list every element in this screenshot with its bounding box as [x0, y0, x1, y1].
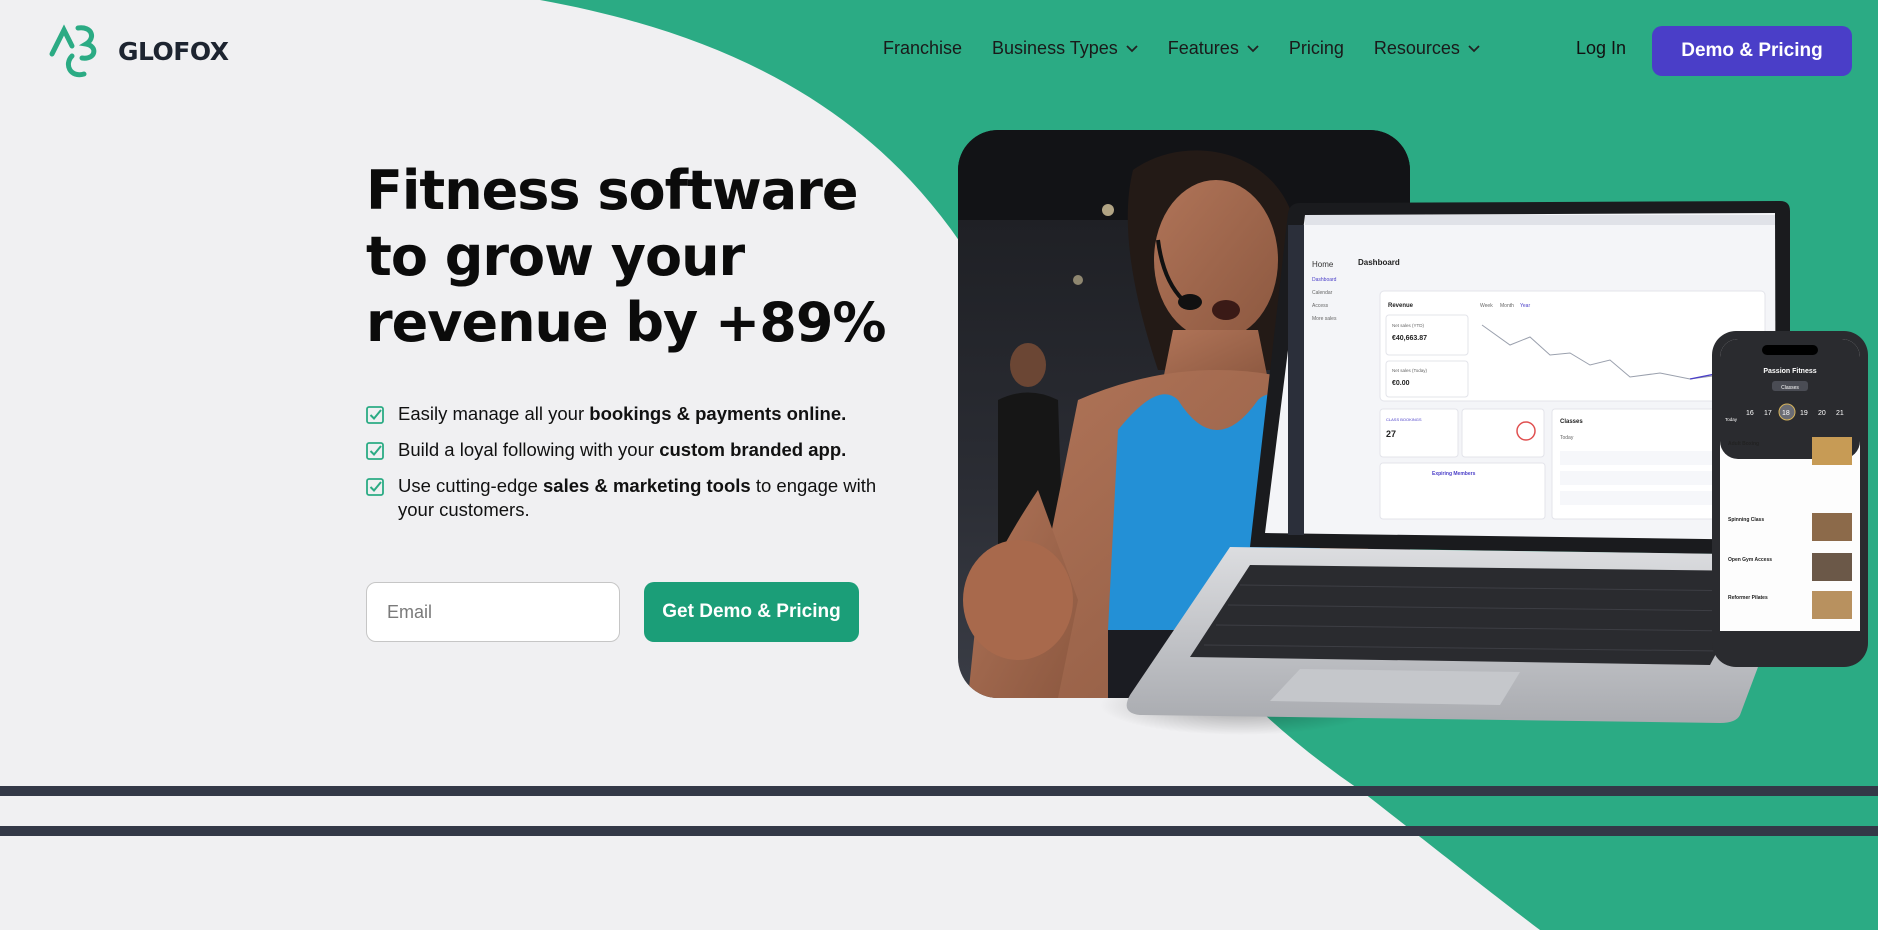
email-input[interactable]: [366, 582, 620, 642]
laptop-screen: Home Dashboard Dashboard Calendar Access…: [1265, 213, 1776, 540]
feature-item: Easily manage all your bookings & paymen…: [366, 402, 906, 426]
laptop-sidebar-access: Access: [1312, 303, 1329, 309]
phone-title: Passion Fitness: [1763, 368, 1816, 375]
feature-text-bold: sales & marketing tools: [543, 475, 751, 496]
checkbox-check-icon: [366, 478, 384, 496]
brand-logo[interactable]: GLOFOX: [48, 24, 229, 78]
hero-title-line: revenue by +89%: [366, 291, 887, 354]
phone-day: 20: [1818, 410, 1826, 417]
phone-class-item: Adult Boxing: [1728, 441, 1759, 447]
laptop-net-sales-ytd: €40,663.87: [1392, 335, 1427, 342]
laptop-sidebar-more: More sales: [1312, 316, 1337, 322]
laptop-sidebar-home: Home: [1312, 260, 1334, 269]
feature-item: Use cutting-edge sales & marketing tools…: [366, 474, 906, 522]
laptop-classes-title: Classes: [1560, 419, 1583, 425]
nav-item-label: Franchise: [883, 38, 963, 58]
login-link[interactable]: Log In: [1576, 38, 1626, 59]
product-devices-illustration: Home Dashboard Dashboard Calendar Access…: [1100, 201, 1868, 735]
get-demo-pricing-button[interactable]: Get Demo & Pricing: [644, 582, 859, 642]
laptop-dashboard-title: Dashboard: [1358, 258, 1400, 267]
brand-name: GLOFOX: [118, 36, 229, 66]
phone-class-item: Reformer Pilates: [1728, 595, 1768, 601]
phone-day: 21: [1836, 410, 1844, 417]
laptop-sidebar-dashboard: Dashboard: [1312, 277, 1337, 283]
phone-day: 19: [1800, 410, 1808, 417]
nav-item-label: Pricing: [1288, 38, 1344, 58]
divider-stripe-bottom: [0, 826, 1878, 836]
phone-day-selected: 18: [1782, 410, 1790, 417]
laptop-classes-day: Today: [1560, 435, 1574, 441]
nav-item-pricing[interactable]: Pricing: [1289, 38, 1344, 59]
laptop-net-sales-today-label: Net sales (Today): [1392, 368, 1428, 373]
site-header: GLOFOX Franchise Business Types Features…: [0, 0, 1878, 100]
laptop-trackpad: [1270, 669, 1520, 705]
phone-filter: Classes: [1781, 385, 1799, 391]
chevron-down-icon: [1468, 44, 1480, 52]
phone-class-item: Open Gym Access: [1728, 557, 1772, 563]
feature-list: Easily manage all your bookings & paymen…: [366, 402, 906, 534]
laptop-revenue-tab-year: Year: [1520, 303, 1530, 309]
chevron-down-icon: [1247, 44, 1259, 52]
nav-item-label: Business Types: [992, 38, 1118, 58]
hero-title-line: Fitness software: [366, 159, 859, 222]
laptop-revenue-tab-month: Month: [1500, 303, 1514, 309]
divider-stripe-top: [0, 786, 1878, 796]
feature-text-bold: bookings & payments online.: [589, 403, 847, 424]
laptop-net-sales-today: €0.00: [1392, 380, 1410, 387]
nav-item-label: Resources: [1373, 38, 1460, 58]
nav-item-franchise[interactable]: Franchise: [883, 38, 962, 59]
feature-text-bold: custom branded app.: [659, 439, 847, 460]
phone-class-item: Spinning Class: [1728, 517, 1764, 523]
hero-headline-block: Fitness software to grow your revenue by…: [366, 158, 887, 356]
laptop-class-bookings: 27: [1386, 429, 1396, 439]
chevron-down-icon: [1126, 44, 1138, 52]
feature-text: Easily manage all your: [398, 403, 590, 424]
feature-item: Build a loyal following with your custom…: [366, 438, 906, 462]
feature-text: Build a loyal following with your: [398, 439, 660, 460]
checkbox-check-icon: [366, 406, 384, 424]
nav-item-resources[interactable]: Resources: [1374, 38, 1480, 59]
hero-title-line: to grow your: [366, 225, 745, 288]
laptop-expiring-members: Expiring Members: [1432, 471, 1476, 477]
phone-day: 17: [1764, 410, 1772, 417]
laptop-class-bookings-label: CLASS BOOKINGS: [1386, 417, 1422, 422]
nav-item-business-types[interactable]: Business Types: [992, 38, 1138, 59]
phone-day: 16: [1746, 410, 1754, 417]
laptop-revenue-tab-week: Week: [1480, 303, 1493, 309]
demo-pricing-button[interactable]: Demo & Pricing: [1652, 26, 1852, 76]
nav-item-features[interactable]: Features: [1168, 38, 1259, 59]
hero-title: Fitness software to grow your revenue by…: [366, 158, 887, 356]
phone-mockup: Passion Fitness Classes Today 16 17 18 1…: [1712, 331, 1868, 667]
phone-today-label: Today: [1725, 417, 1738, 422]
laptop-net-sales-ytd-label: Net sales (YTD): [1392, 323, 1425, 328]
checkbox-check-icon: [366, 442, 384, 460]
main-nav: Franchise Business Types Features Pricin…: [883, 38, 1480, 59]
nav-item-label: Features: [1167, 38, 1239, 58]
glofox-logo-icon: [49, 24, 97, 78]
feature-text: Use cutting-edge: [398, 475, 544, 496]
laptop-sidebar-calendar: Calendar: [1312, 290, 1333, 296]
laptop-revenue-title: Revenue: [1388, 303, 1414, 309]
